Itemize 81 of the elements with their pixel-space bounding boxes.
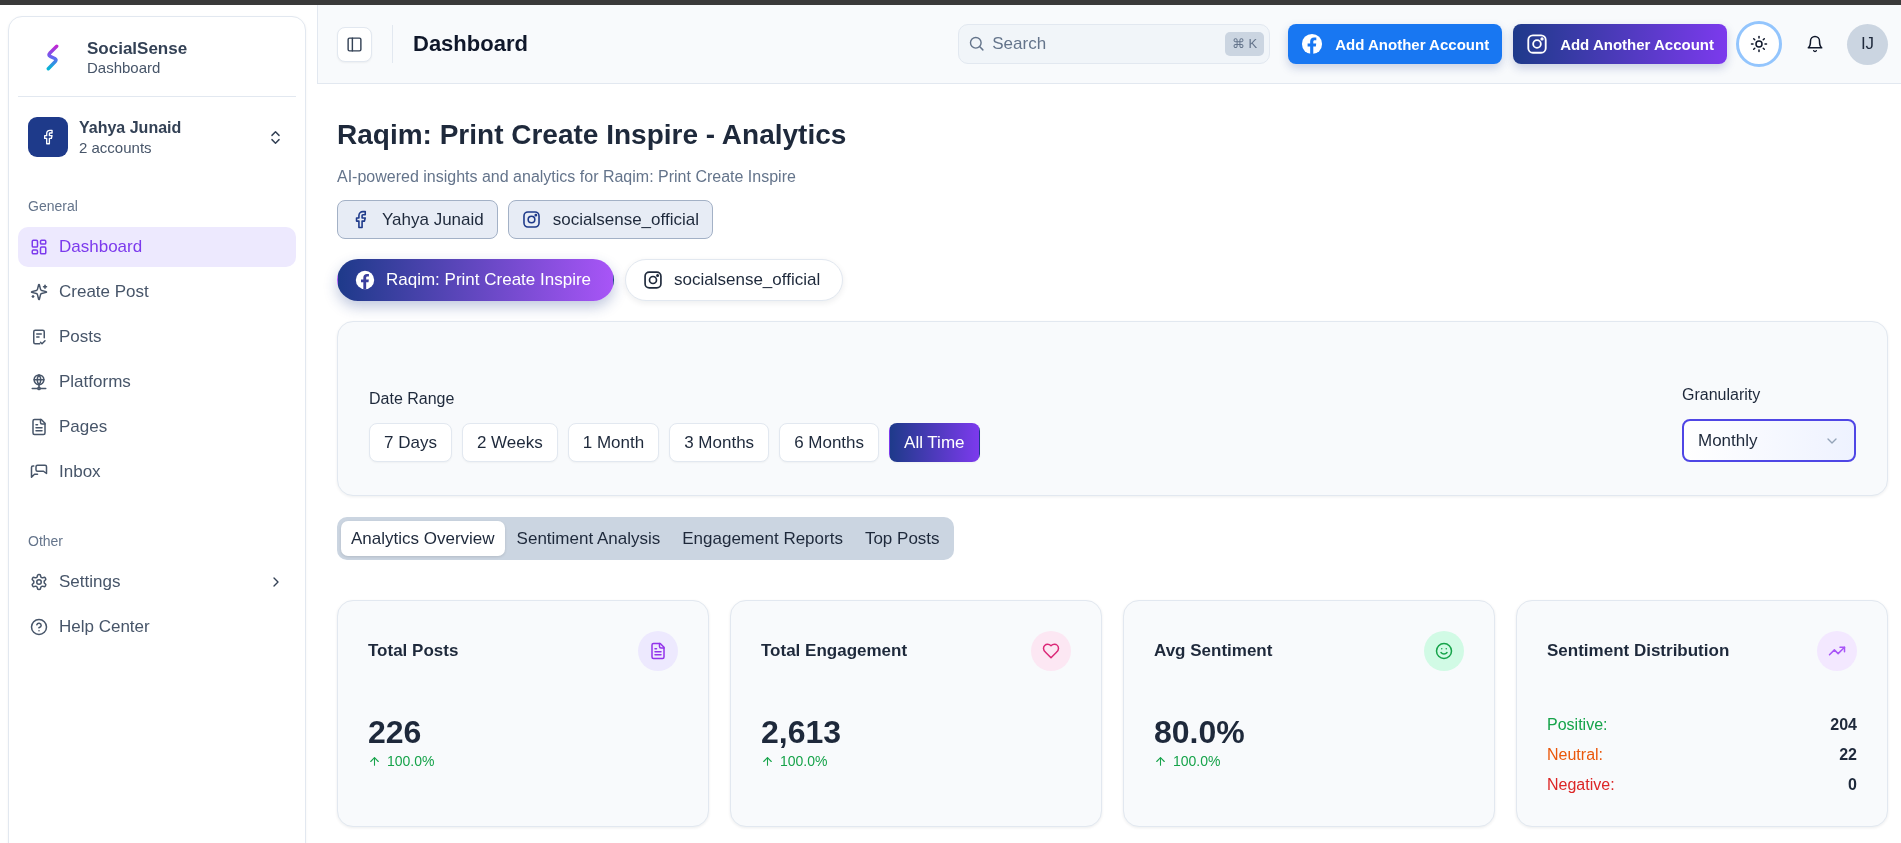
sparkles-icon — [30, 283, 48, 301]
granularity-select[interactable]: Monthly — [1682, 419, 1856, 462]
card-title: Total Posts — [368, 641, 459, 661]
document-icon — [638, 631, 678, 671]
arrow-up-icon — [368, 754, 381, 768]
instagram-icon — [1526, 33, 1549, 55]
sentiment-label: Positive: — [1547, 715, 1608, 735]
change-text: 100.0% — [1173, 752, 1221, 770]
sun-icon — [1750, 35, 1768, 53]
date-range-button[interactable]: 6 Months — [779, 423, 880, 462]
theme-toggle-button[interactable] — [1736, 21, 1782, 67]
document-icon — [30, 418, 48, 436]
date-range-button[interactable]: 3 Months — [669, 423, 770, 462]
facebook-icon — [355, 270, 375, 290]
trending-up-icon — [1817, 631, 1857, 671]
sidebar-panel-icon — [346, 35, 363, 53]
nav-item[interactable]: Create Post — [18, 272, 296, 312]
arrow-up-icon — [761, 754, 774, 768]
chat-icon — [30, 463, 48, 481]
settings-icon — [30, 573, 48, 591]
date-range-button[interactable]: 2 Weeks — [461, 423, 558, 462]
filter-label: Granularity — [1682, 385, 1761, 405]
globe-icon — [30, 373, 48, 391]
tab[interactable]: Engagement Reports — [672, 521, 853, 556]
brand-name: SocialSense — [87, 38, 188, 59]
card-title: Total Engagement — [761, 641, 908, 661]
bell-icon[interactable] — [1806, 35, 1824, 53]
arrow-up-icon — [1154, 754, 1167, 768]
filter-label: Date Range — [369, 389, 455, 409]
page-title: Raqim: Print Create Inspire - Analytics — [337, 118, 847, 152]
sentiment-count: 204 — [1830, 715, 1857, 735]
card-title: Sentiment Distribution — [1547, 641, 1730, 661]
page-subtitle: AI-powered insights and analytics for Raqim: Print Create Inspire — [337, 167, 796, 187]
account-tag: socialsense_official — [507, 200, 713, 239]
change-text: 100.0% — [780, 752, 828, 770]
account-tag: Yahya Junaid — [337, 200, 498, 239]
stat-value: 2,613 — [761, 714, 842, 750]
dashboard-grid-icon — [30, 238, 48, 256]
nav-item[interactable]: Pages — [18, 407, 296, 447]
facebook-icon — [1301, 33, 1324, 55]
facebook-icon — [28, 117, 68, 157]
logo-icon — [45, 44, 60, 71]
smile-icon — [1424, 631, 1464, 671]
account-count: 2 accounts — [79, 138, 152, 157]
help-icon — [30, 618, 48, 636]
add-account-button[interactable]: Add Another Account — [1288, 24, 1503, 64]
card-title: Avg Sentiment — [1154, 641, 1273, 661]
shortcut-hint: ⌘ K — [1224, 32, 1265, 56]
search-icon — [968, 35, 986, 52]
sentiment-label: Negative: — [1547, 775, 1615, 795]
section-heading: Other — [27, 532, 63, 550]
date-range-button[interactable]: 1 Month — [567, 423, 660, 462]
stat-value: 226 — [368, 714, 422, 750]
nav-item[interactable]: Inbox — [18, 452, 296, 492]
nav-item[interactable]: Help Center — [18, 607, 296, 647]
tab[interactable]: Sentiment Analysis — [506, 521, 671, 556]
add-account-button[interactable]: Add Another Account — [1513, 24, 1727, 64]
stat-value: 80.0% — [1154, 714, 1245, 750]
instagram-icon — [643, 270, 664, 290]
tab[interactable]: Analytics Overview — [341, 521, 505, 556]
date-range-button[interactable]: All Time — [889, 423, 980, 462]
page-tab[interactable]: socialsense_official — [625, 259, 844, 301]
section-heading: General — [27, 197, 78, 215]
page-tab[interactable]: Raqim: Print Create Inspire — [337, 259, 615, 301]
header-title: Dashboard — [413, 31, 528, 57]
nav-item[interactable]: Settings — [18, 562, 296, 602]
date-range-button[interactable]: 7 Days — [369, 423, 452, 462]
sentiment-label: Neutral: — [1547, 745, 1604, 765]
sentiment-count: 0 — [1848, 775, 1857, 795]
sentiment-count: 22 — [1839, 745, 1857, 765]
sidebar-toggle-button[interactable] — [337, 26, 372, 62]
brand-subtitle: Dashboard — [87, 59, 162, 77]
nav-item[interactable]: Platforms — [18, 362, 296, 402]
document-check-icon — [30, 328, 48, 346]
user-avatar[interactable]: IJ — [1847, 23, 1888, 65]
account-name: Yahya Junaid — [79, 118, 182, 138]
tab[interactable]: Top Posts — [854, 521, 950, 556]
nav-item[interactable]: Dashboard — [18, 227, 296, 267]
nav-item[interactable]: Posts — [18, 317, 296, 357]
instagram-icon — [521, 210, 541, 229]
change-text: 100.0% — [387, 752, 435, 770]
